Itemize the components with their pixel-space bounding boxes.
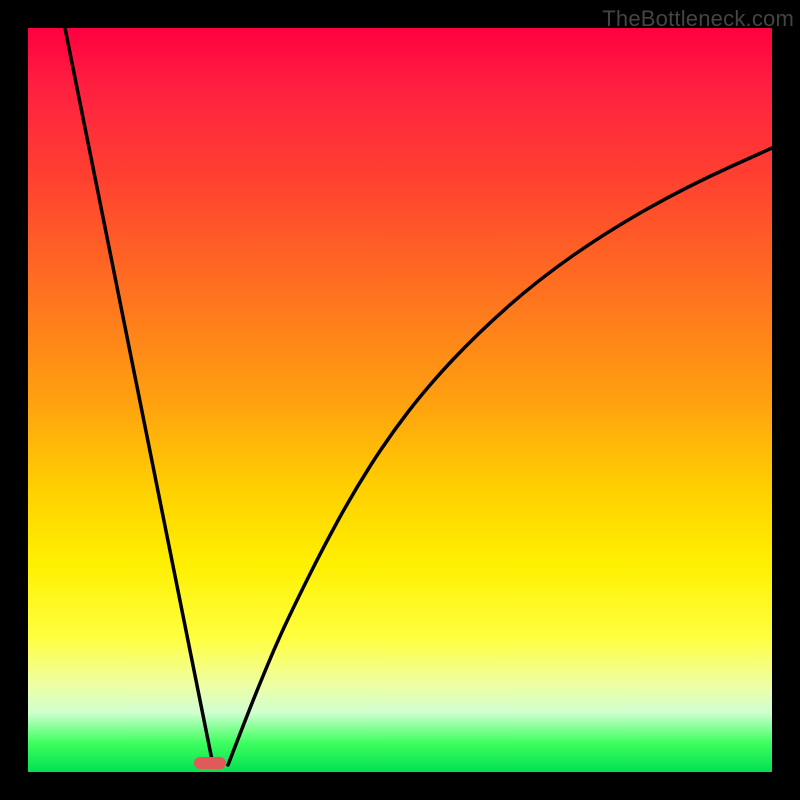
curve-svg: [28, 28, 772, 772]
minimum-marker: [194, 757, 226, 769]
plot-area: [28, 28, 772, 772]
watermark-text: TheBottleneck.com: [602, 6, 794, 32]
right-branch-line: [228, 148, 772, 765]
left-branch-line: [65, 28, 213, 765]
